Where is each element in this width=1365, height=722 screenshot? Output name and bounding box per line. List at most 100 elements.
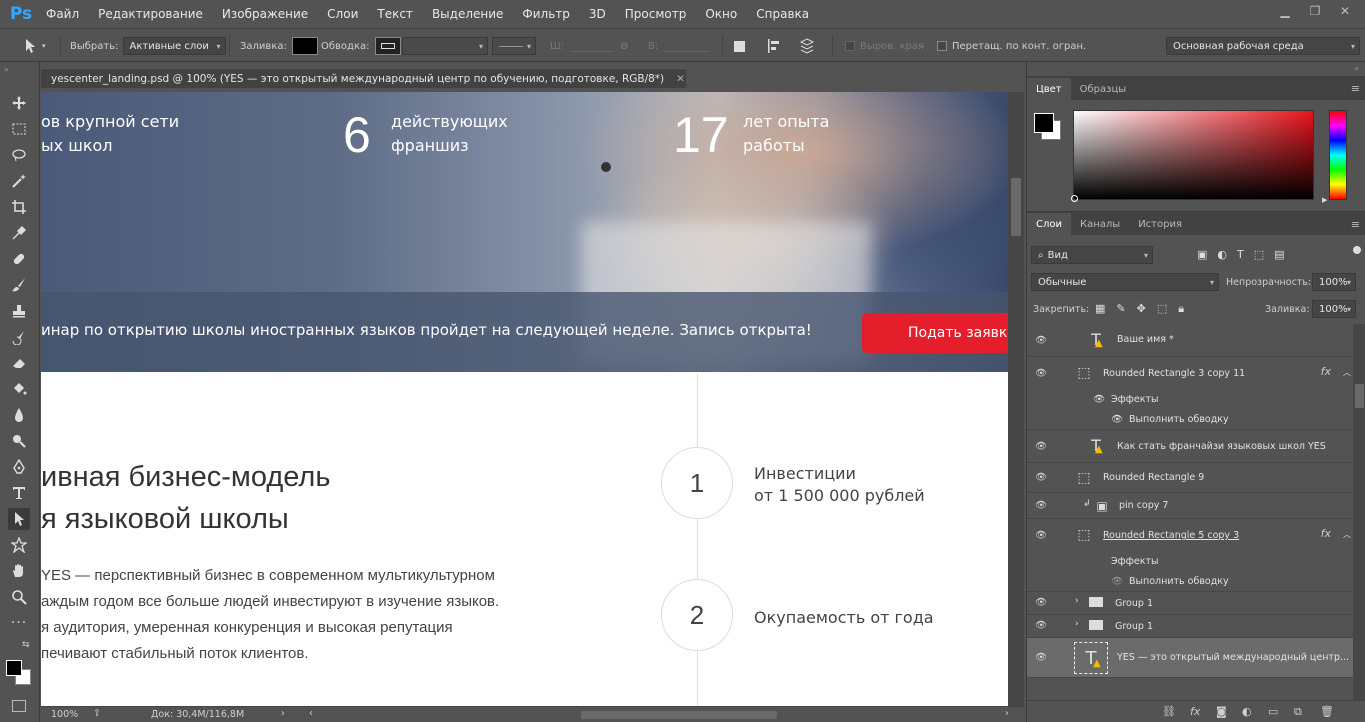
minimize-icon[interactable]: ▁ xyxy=(1273,2,1297,20)
layer-row[interactable]: 👁︎ › Group 1 xyxy=(1027,592,1353,615)
panel-foreground-swatch[interactable] xyxy=(1034,113,1054,133)
menu-file[interactable]: Файл xyxy=(46,7,79,21)
tab-layers[interactable]: Слои xyxy=(1027,213,1071,235)
quick-mask-icon[interactable] xyxy=(12,700,26,712)
menu-edit[interactable]: Редактирование xyxy=(98,7,203,21)
path-operations-icon[interactable] xyxy=(734,29,745,63)
pen-tool-icon[interactable] xyxy=(8,456,30,478)
status-arrow-icon[interactable]: › xyxy=(281,708,285,719)
dodge-tool-icon[interactable] xyxy=(8,430,30,452)
filter-shape-icon[interactable]: ⬚ xyxy=(1254,248,1264,261)
effect-eye-icon[interactable]: 👁︎ xyxy=(1111,576,1123,587)
opacity-field[interactable]: 100% ▾ xyxy=(1312,273,1356,291)
layer-row[interactable]: 👁︎ ↲ ▣ pin copy 7 xyxy=(1027,493,1353,519)
lock-position-icon[interactable]: ✥ xyxy=(1137,302,1146,316)
layer-row[interactable]: 👁︎ ⬚ Rounded Rectangle 9 xyxy=(1027,463,1353,493)
collapse-icon[interactable]: » xyxy=(4,65,9,74)
drag-bounds-checkbox[interactable] xyxy=(937,41,947,51)
custom-shape-tool-icon[interactable] xyxy=(8,534,30,556)
stroke-type-dropdown[interactable]: ▾ xyxy=(492,37,536,55)
visibility-eye-icon[interactable]: 👁︎ xyxy=(1035,368,1051,380)
layer-row[interactable]: 👁︎ ⬚ Rounded Rectangle 5 copy 3 fx ︿ xyxy=(1027,519,1353,552)
move-tool-preset-icon[interactable]: ▾ xyxy=(22,29,46,63)
new-layer-icon[interactable]: ⧉ xyxy=(1294,705,1308,719)
visibility-eye-icon[interactable]: 👁︎ xyxy=(1035,620,1051,632)
align-edges-checkbox[interactable] xyxy=(845,41,855,51)
zoom-level[interactable]: 100% xyxy=(51,709,78,720)
close-document-icon[interactable]: ✕ xyxy=(676,73,685,85)
effect-eye-icon[interactable]: 👁︎ xyxy=(1111,414,1123,425)
restore-icon[interactable]: ❐ xyxy=(1303,2,1327,20)
link-icon[interactable]: ⊖ xyxy=(620,29,628,63)
tab-color[interactable]: Цвет xyxy=(1027,78,1071,100)
canvas-scroll-thumb[interactable] xyxy=(1011,178,1021,236)
document-tab[interactable]: yescenter_landing.psd @ 100% (YES — это … xyxy=(41,68,686,88)
width-field[interactable] xyxy=(570,50,615,52)
brush-tool-icon[interactable] xyxy=(8,274,30,296)
menu-layers[interactable]: Слои xyxy=(327,7,358,21)
filter-smart-object-icon[interactable]: ▤ xyxy=(1274,248,1284,261)
lock-transparency-icon[interactable]: ▦ xyxy=(1095,302,1105,316)
effects-row[interactable]: Эффекты xyxy=(1027,552,1353,572)
layers-scroll-thumb[interactable] xyxy=(1355,384,1364,408)
layer-row[interactable]: 👁︎ ⬚ Rounded Rectangle 3 copy 11 fx ︿ xyxy=(1027,357,1353,390)
eyedropper-tool-icon[interactable] xyxy=(8,222,30,244)
hue-slider[interactable] xyxy=(1329,110,1347,200)
add-style-icon[interactable]: fx xyxy=(1190,705,1204,719)
expand-group-icon[interactable]: › xyxy=(1075,619,1079,629)
zoom-tool-icon[interactable] xyxy=(8,586,30,608)
swap-colors-icon[interactable]: ⇆ xyxy=(22,640,30,650)
visibility-eye-icon[interactable]: 👁︎ xyxy=(1035,472,1051,484)
hand-tool-icon[interactable] xyxy=(8,560,30,582)
new-group-icon[interactable]: ▭ xyxy=(1268,705,1282,719)
lock-artboard-icon[interactable]: ⬚ xyxy=(1157,302,1167,316)
tab-swatches[interactable]: Образцы xyxy=(1071,78,1136,100)
layers-panel-menu-icon[interactable]: ≡ xyxy=(1351,218,1360,231)
visibility-eye-icon[interactable]: 👁︎ xyxy=(1035,441,1051,453)
crop-tool-icon[interactable] xyxy=(8,196,30,218)
visibility-eye-icon[interactable]: 👁︎ xyxy=(1035,335,1051,347)
menu-3d[interactable]: 3D xyxy=(589,7,606,21)
magic-wand-tool-icon[interactable] xyxy=(8,170,30,192)
path-arrangement-icon[interactable] xyxy=(798,29,816,63)
share-icon[interactable]: ⇪ xyxy=(93,708,101,719)
expand-group-icon[interactable]: › xyxy=(1075,596,1079,606)
layer-filter-dropdown[interactable]: ⌕ Вид ▾ xyxy=(1031,246,1153,264)
visibility-eye-icon[interactable]: 👁︎ xyxy=(1035,530,1051,542)
marquee-tool-icon[interactable] xyxy=(8,118,30,140)
lock-all-icon[interactable]: 🔒︎ xyxy=(1178,302,1184,316)
menu-view[interactable]: Просмотр xyxy=(625,7,687,21)
scroll-left-icon[interactable]: ‹ xyxy=(309,708,313,719)
document-canvas[interactable]: ов крупной сети ых школ 6 действующих фр… xyxy=(41,92,1008,706)
menu-image[interactable]: Изображение xyxy=(222,7,308,21)
eraser-tool-icon[interactable] xyxy=(8,352,30,374)
filter-toggle[interactable] xyxy=(1353,246,1361,254)
menu-filter[interactable]: Фильтр xyxy=(522,7,569,21)
collapse-effects-icon[interactable]: ︿ xyxy=(1343,367,1351,378)
workspace-dropdown[interactable]: Основная рабочая среда ▾ xyxy=(1166,37,1360,55)
menu-select[interactable]: Выделение xyxy=(432,7,503,21)
lock-pixels-icon[interactable]: ✎ xyxy=(1116,302,1125,316)
layer-row[interactable]: 👁︎ › Group 1 xyxy=(1027,615,1353,638)
height-field[interactable] xyxy=(664,50,709,52)
paint-bucket-tool-icon[interactable] xyxy=(8,378,30,400)
fill-field[interactable]: 100% ▾ xyxy=(1312,300,1356,318)
effect-row[interactable]: 👁︎ Выполнить обводку xyxy=(1027,572,1353,592)
menu-type[interactable]: Текст xyxy=(377,7,413,21)
select-dropdown[interactable]: Активные слои ▾ xyxy=(122,37,226,55)
type-tool-icon[interactable] xyxy=(8,482,30,504)
visibility-eye-icon[interactable]: 👁︎ xyxy=(1035,652,1051,664)
layer-row[interactable]: 👁︎ T ▲ Как стать франчайзи языковых школ… xyxy=(1027,430,1353,463)
canvas-vertical-scrollbar[interactable] xyxy=(1008,92,1024,706)
tab-history[interactable]: История xyxy=(1129,213,1191,235)
add-mask-icon[interactable]: ◙ xyxy=(1216,705,1230,719)
layer-row-selected[interactable]: 👁︎ T ▲ YES — это открытый международный … xyxy=(1027,638,1353,678)
visibility-eye-icon[interactable]: 👁︎ xyxy=(1035,597,1051,609)
fx-icon[interactable]: fx xyxy=(1321,365,1331,378)
delete-layer-icon[interactable]: 🗑︎ xyxy=(1320,705,1334,719)
blur-tool-icon[interactable] xyxy=(8,404,30,426)
panel-collapse-icon[interactable]: « xyxy=(1354,64,1359,73)
history-brush-tool-icon[interactable] xyxy=(8,326,30,348)
foreground-color-swatch[interactable] xyxy=(6,660,22,676)
effects-eye-icon[interactable]: 👁︎ xyxy=(1093,394,1105,405)
